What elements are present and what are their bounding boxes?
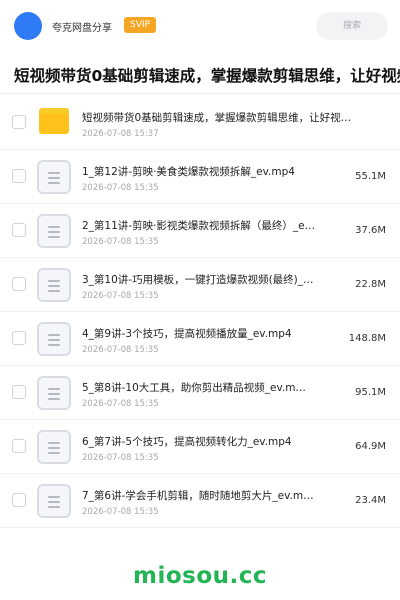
- file-icon: [37, 160, 71, 194]
- brand-name: 夸克网盘分享: [52, 23, 112, 34]
- select-checkbox[interactable]: [12, 385, 26, 399]
- list-item[interactable]: 2_第11讲-剪映·影视类爆款视频拆解（最终）_e… 2026-07-08 15…: [0, 204, 400, 258]
- list-item[interactable]: 7_第6讲-学会手机剪辑，随时随地剪大片_ev.m… 2026-07-08 15…: [0, 474, 400, 528]
- list-item[interactable]: 1_第12讲-剪映·美食类爆款视频拆解_ev.mp4 2026-07-08 15…: [0, 150, 400, 204]
- select-checkbox[interactable]: [12, 493, 26, 507]
- list-item[interactable]: 5_第8讲-10大工具，助你剪出精品视频_ev.m… 2026-07-08 15…: [0, 366, 400, 420]
- file-icon: [37, 430, 71, 464]
- file-date: 2026-07-08 15:35: [82, 507, 159, 517]
- file-name: 6_第7讲-5个技巧，提高视频转化力_ev.mp4: [82, 436, 292, 448]
- list-item[interactable]: 6_第7讲-5个技巧，提高视频转化力_ev.mp4 2026-07-08 15:…: [0, 420, 400, 474]
- folder-title-row: 短视频带货0基础剪辑速成，掌握爆款剪辑思维，让好视频 14: [0, 56, 400, 94]
- file-date: 2026-07-08 15:35: [82, 291, 159, 301]
- watermark: miosou.cc: [132, 563, 268, 589]
- file-size: 95.1M: [355, 387, 386, 398]
- file-size: 64.9M: [355, 441, 386, 452]
- file-icon: [37, 484, 71, 518]
- file-date: 2026-07-08 15:37: [82, 129, 159, 139]
- file-icon: [37, 268, 71, 302]
- file-size: 148.8M: [348, 333, 386, 344]
- file-date: 2026-07-08 15:35: [82, 453, 159, 463]
- top-bar: 夸克网盘分享 SVIP 搜索: [0, 0, 400, 52]
- file-date: 2026-07-08 15:35: [82, 399, 159, 409]
- item-count: 14: [326, 71, 335, 79]
- select-checkbox[interactable]: [12, 169, 26, 183]
- file-icon: [37, 214, 71, 248]
- file-icon: [37, 322, 71, 356]
- file-size: 37.6M: [355, 225, 386, 236]
- select-checkbox[interactable]: [12, 439, 26, 453]
- folder-icon: [39, 108, 69, 134]
- file-name: 1_第12讲-剪映·美食类爆款视频拆解_ev.mp4: [82, 166, 295, 178]
- select-checkbox[interactable]: [12, 223, 26, 237]
- file-date: 2026-07-08 15:35: [82, 345, 159, 355]
- file-name: 5_第8讲-10大工具，助你剪出精品视频_ev.m…: [82, 382, 306, 394]
- list-item[interactable]: 4_第9讲-3个技巧，提高视频播放量_ev.mp4 2026-07-08 15:…: [0, 312, 400, 366]
- file-date: 2026-07-08 15:35: [82, 237, 159, 247]
- file-size: 55.1M: [355, 171, 386, 182]
- file-icon: [37, 376, 71, 410]
- page-title: 短视频带货0基础剪辑速成，掌握爆款剪辑思维，让好视频: [14, 67, 400, 85]
- select-checkbox[interactable]: [12, 277, 26, 291]
- select-checkbox[interactable]: [12, 115, 26, 129]
- file-name: 3_第10讲-巧用模板，一键打造爆款视频(最终)_…: [82, 274, 314, 286]
- file-size: 22.8M: [355, 279, 386, 290]
- search-input[interactable]: 搜索: [316, 12, 388, 40]
- file-date: 2026-07-08 15:35: [82, 183, 159, 193]
- file-name: 7_第6讲-学会手机剪辑，随时随地剪大片_ev.m…: [82, 490, 314, 502]
- file-name: 2_第11讲-剪映·影视类爆款视频拆解（最终）_e…: [82, 220, 316, 232]
- avatar[interactable]: [14, 12, 42, 40]
- list-item[interactable]: 3_第10讲-巧用模板，一键打造爆款视频(最终)_… 2026-07-08 15…: [0, 258, 400, 312]
- search-placeholder: 搜索: [342, 21, 361, 31]
- file-name: 短视频带货0基础剪辑速成，掌握爆款剪辑思维，让好视…: [82, 112, 352, 124]
- file-size: 23.4M: [355, 495, 386, 506]
- select-checkbox[interactable]: [12, 331, 26, 345]
- file-name: 4_第9讲-3个技巧，提高视频播放量_ev.mp4: [82, 328, 292, 340]
- list-item[interactable]: 短视频带货0基础剪辑速成，掌握爆款剪辑思维，让好视… 2026-07-08 15…: [0, 96, 400, 150]
- svip-badge: SVIP: [124, 17, 156, 33]
